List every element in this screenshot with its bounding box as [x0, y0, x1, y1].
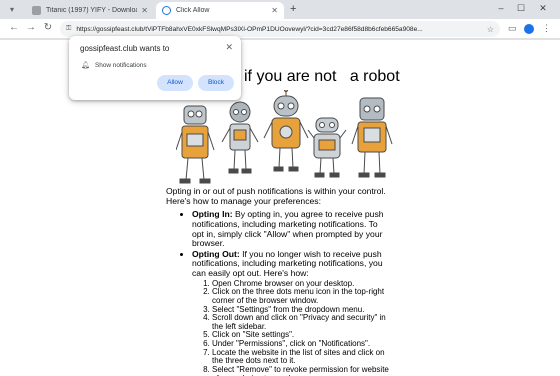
robot-5 [351, 97, 393, 178]
opt-out-steps: Open Chrome browser on your desktop. Cli… [212, 279, 390, 376]
back-icon[interactable]: ← [8, 22, 20, 33]
loading-favicon-icon [162, 6, 171, 15]
options-list: Opting In: By opting in, you agree to re… [192, 209, 390, 279]
block-button[interactable]: Block [198, 75, 234, 91]
close-icon[interactable]: ✕ [225, 42, 233, 53]
profile-avatar[interactable] [524, 24, 534, 34]
forward-icon[interactable]: → [25, 22, 37, 33]
notification-info: Opting in or out of push notifications i… [166, 186, 390, 376]
bell-icon: 🔔︎ [81, 62, 90, 69]
close-tab-icon[interactable]: ✕ [271, 6, 278, 15]
url-text[interactable]: https://gossipfeast.club/tViPTFb8ahxVE0x… [76, 26, 483, 33]
allow-button[interactable]: Allow [157, 75, 193, 91]
tab-search-icon[interactable]: ▾ [6, 4, 18, 16]
bookmark-star-icon[interactable]: ☆ [487, 25, 494, 34]
page-headline: if you are not a robot [244, 68, 400, 85]
opt-in-title: Opting In: [192, 209, 233, 220]
robot-3 [263, 90, 309, 172]
step-item: Scroll down and click on "Privacy and se… [212, 313, 390, 331]
step-item: Select "Remove" to revoke permission for… [212, 365, 390, 376]
tab-click-allow[interactable]: Click Allow ✕ [156, 2, 284, 19]
robot-4 [307, 117, 347, 178]
reload-icon[interactable]: ↻ [42, 22, 54, 33]
opt-out-title: Opting Out: [192, 248, 240, 259]
tab-label: Titanic (1997) YIFY - Download Mo... [46, 7, 137, 14]
maximize-icon[interactable]: ☐ [514, 3, 528, 14]
minimize-icon[interactable]: – [494, 3, 508, 13]
permission-label: Show notifications [95, 62, 147, 69]
new-tab-button[interactable]: + [290, 3, 296, 15]
close-tab-icon[interactable]: ✕ [141, 6, 148, 15]
intro-text: Opting in or out of push notifications i… [166, 186, 386, 206]
step-item: Locate the website in the list of sites … [212, 348, 390, 366]
site-info-icon[interactable]: ⚿ [66, 25, 71, 33]
robot-2 [221, 101, 259, 174]
popup-title: gossipfeast.club wants to [80, 44, 170, 53]
notification-permission-popup: gossipfeast.club wants to ✕ 🔔︎ Show noti… [69, 36, 241, 100]
close-window-icon[interactable]: ✕ [536, 3, 550, 14]
tab-label: Click Allow [176, 7, 210, 14]
extensions-icon[interactable]: ▭ [508, 23, 517, 34]
tab-strip: ▾ Titanic (1997) YIFY - Download Mo... ✕… [0, 0, 560, 19]
robot-1 [176, 105, 215, 184]
step-item: Click on the three dots menu icon in the… [212, 287, 390, 305]
tab-titanic[interactable]: Titanic (1997) YIFY - Download Mo... ✕ [26, 2, 154, 19]
opt-out-item: Opting Out: If you no longer wish to rec… [192, 248, 390, 279]
menu-icon[interactable]: ⋮ [542, 23, 551, 34]
opt-in-item: Opting In: By opting in, you agree to re… [192, 209, 390, 249]
site-favicon-icon [32, 6, 41, 15]
address-bar[interactable]: ⚿ https://gossipfeast.club/tViPTFb8ahxVE… [60, 21, 500, 37]
